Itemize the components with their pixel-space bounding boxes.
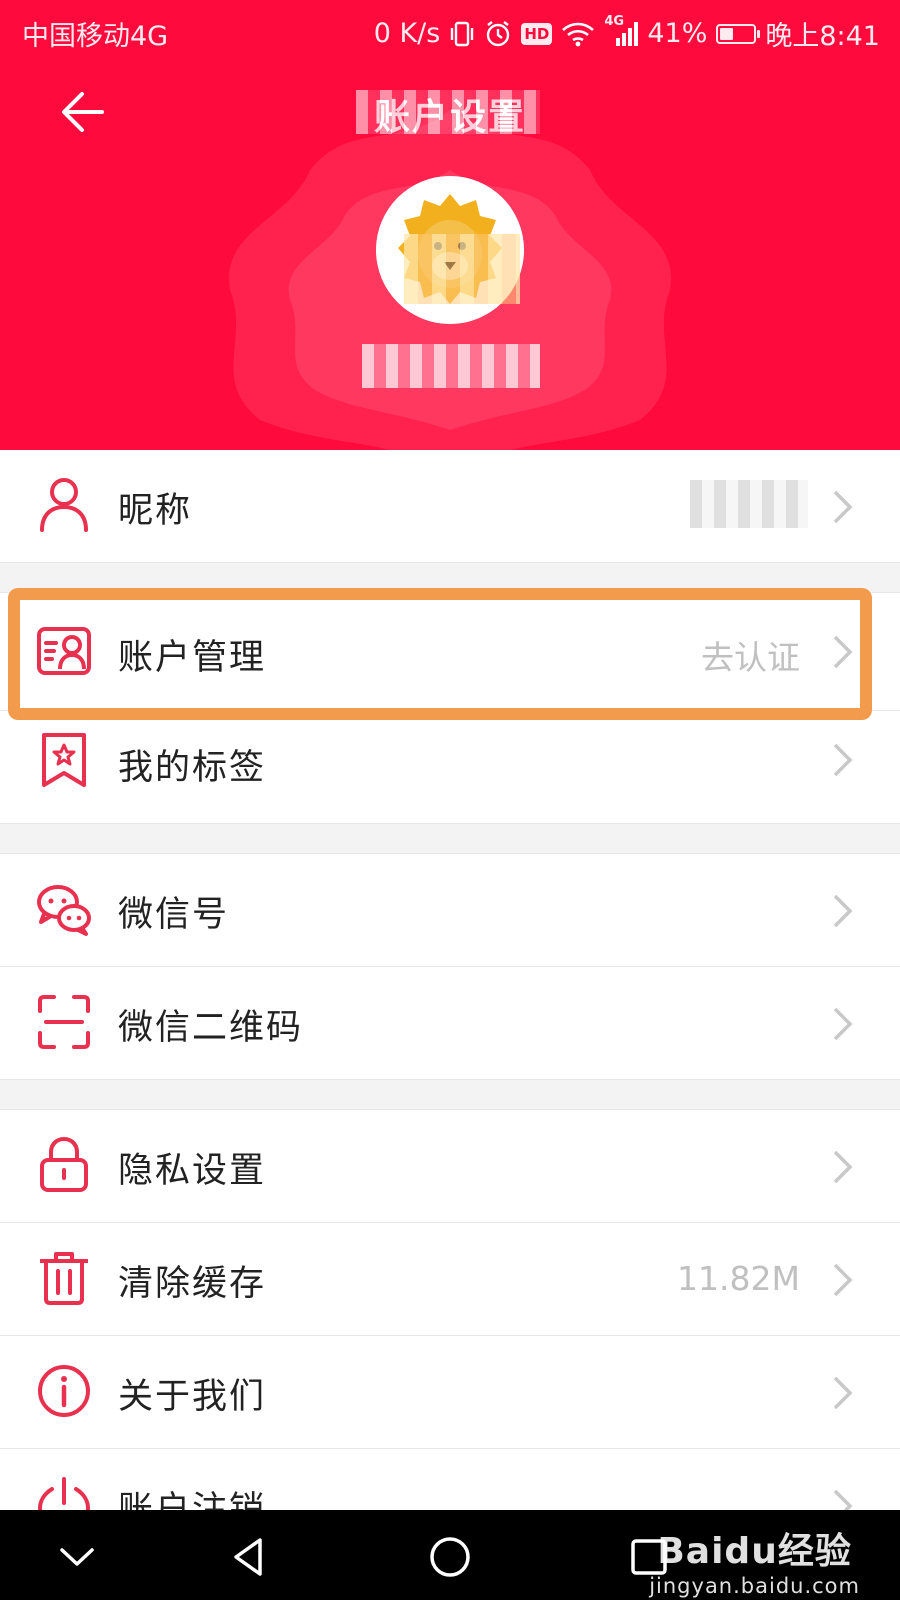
carrier-label: 中国移动4G [22,21,169,52]
title-mosaic [356,90,540,134]
section-divider [0,1080,900,1110]
settings-row-privacy[interactable]: 隐私设置 [0,1110,900,1223]
settings-row-about-us[interactable]: 关于我们 [0,1336,900,1449]
section-divider [0,824,900,854]
row-label: 清除缓存 [118,1264,267,1304]
profile-header: 中国移动4G 0 K/s HD 4G 41% 晚上8:41 [0,0,900,450]
nickname-value-mosaic [690,480,808,528]
watermark-logo: Baidu经验 [657,1531,852,1572]
row-label: 关于我们 [118,1377,267,1417]
baidu-jingyan-watermark: Baidu经验 jingyan.baidu.com [649,1522,860,1598]
status-bar: 中国移动4G 0 K/s HD 4G 41% 晚上8:41 [0,0,900,64]
avatar-mosaic [404,234,520,304]
chevron-right-icon [833,1007,853,1041]
row-label: 我的标签 [118,748,267,788]
trash-icon [40,1252,88,1305]
bookmark-star-icon [42,733,86,787]
status-icons: 0 K/s HD 4G 41% 晚上8:41 [374,14,880,53]
chevron-down-icon[interactable] [52,1532,102,1582]
row-label: 微信二维码 [118,1008,304,1048]
settings-row-wechat-id[interactable]: 微信号 [0,854,900,967]
vibrate-icon [451,21,474,46]
row-label: 微信号 [118,895,230,935]
row-label: 隐私设置 [118,1151,267,1191]
settings-row-clear-cache[interactable]: 清除缓存 11.82M [0,1223,900,1336]
row-label: 昵称 [118,491,193,531]
settings-row-my-tags[interactable]: 我的标签 [0,711,900,824]
clock: 晚上8:41 [765,21,880,52]
chevron-right-icon [833,490,853,524]
lock-icon [40,1136,88,1192]
battery-percent: 41% [647,18,708,49]
battery-icon [716,23,761,44]
home-circle-icon[interactable] [425,1532,475,1582]
hd-badge: HD [521,22,553,45]
highlight-annotation [8,588,872,720]
chevron-right-icon [833,1376,853,1410]
alarm-icon [487,20,510,46]
cellular-signal: 4G [604,14,639,48]
settings-row-nickname[interactable]: 昵称 [0,450,900,563]
signal-bars-icon [616,21,639,46]
cache-size: 11.82M [677,1259,800,1298]
person-icon [40,478,88,532]
scan-icon [38,995,90,1049]
back-triangle-icon[interactable] [224,1532,274,1582]
net-speed: 0 K/s [373,18,441,49]
wifi-icon [562,22,595,46]
wechat-icon [37,885,91,936]
settings-row-wechat-qr[interactable]: 微信二维码 [0,967,900,1080]
username-mosaic [362,344,540,388]
system-nav-bar: Baidu经验 jingyan.baidu.com [0,1510,900,1600]
watermark-url: jingyan.baidu.com [649,1574,860,1598]
info-icon [38,1365,90,1417]
chevron-right-icon [833,1150,853,1184]
chevron-right-icon [833,743,853,777]
chevron-right-icon [833,894,853,928]
chevron-right-icon [833,1263,853,1297]
